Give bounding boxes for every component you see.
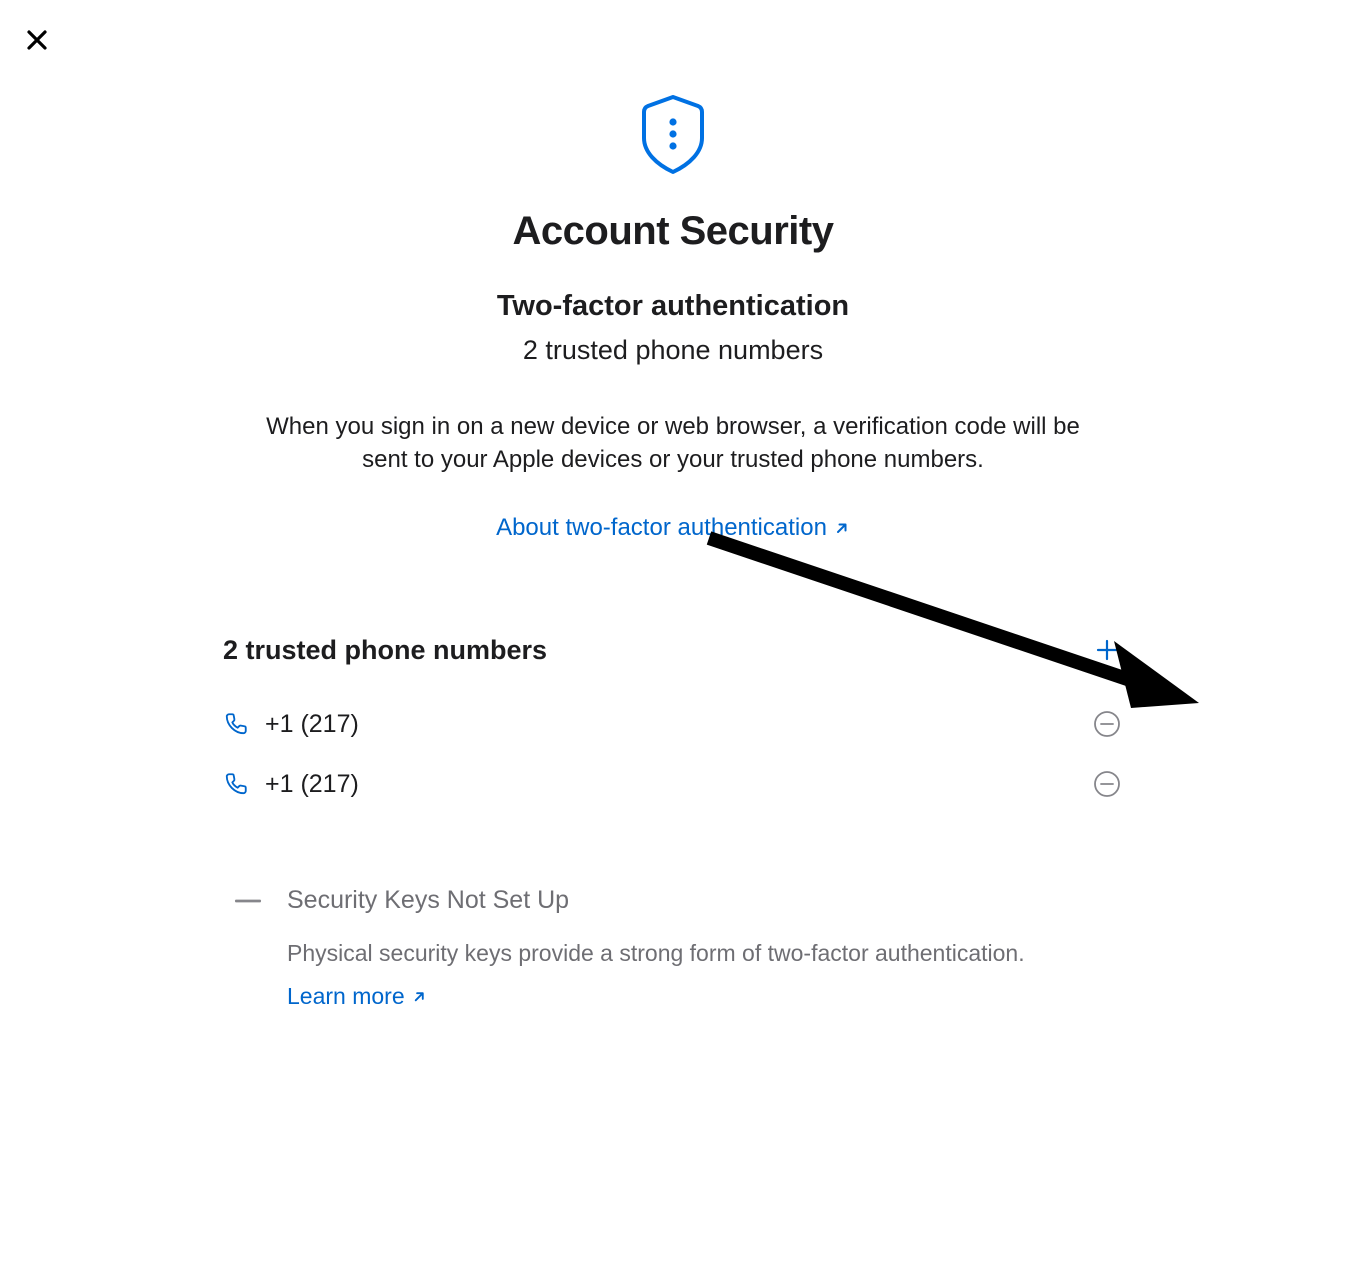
trusted-phones-title: 2 trusted phone numbers bbox=[223, 635, 547, 666]
security-key-icon bbox=[233, 896, 263, 906]
minus-circle-icon bbox=[1093, 710, 1121, 738]
trusted-count-text: 2 trusted phone numbers bbox=[223, 335, 1123, 366]
phone-icon bbox=[223, 711, 253, 737]
phone-row: +1 (217) bbox=[223, 754, 1123, 814]
trusted-phones-header: 2 trusted phone numbers bbox=[223, 634, 1123, 666]
close-button[interactable] bbox=[24, 28, 50, 54]
remove-phone-button[interactable] bbox=[1091, 768, 1123, 800]
phone-icon bbox=[223, 771, 253, 797]
minus-circle-icon bbox=[1093, 770, 1121, 798]
plus-icon bbox=[1095, 638, 1119, 662]
modal-header: Account Security Two-factor authenticati… bbox=[223, 94, 1123, 542]
modal-title: Account Security bbox=[223, 209, 1123, 254]
close-icon bbox=[25, 28, 49, 52]
phone-number-text: +1 (217) bbox=[265, 770, 1091, 799]
remove-phone-button[interactable] bbox=[1091, 708, 1123, 740]
phone-row: +1 (217) bbox=[223, 694, 1123, 754]
add-phone-button[interactable] bbox=[1091, 634, 1123, 666]
shield-icon bbox=[640, 94, 706, 181]
phone-number-text: +1 (217) bbox=[265, 710, 1091, 739]
trusted-phones-section: 2 trusted phone numbers +1 (217) bbox=[223, 634, 1123, 814]
security-keys-body: Physical security keys provide a strong … bbox=[233, 937, 1123, 1010]
external-link-icon bbox=[833, 520, 850, 537]
external-link-icon bbox=[411, 989, 427, 1005]
security-keys-title: Security Keys Not Set Up bbox=[287, 886, 569, 915]
learn-more-link[interactable]: Learn more bbox=[287, 983, 427, 1010]
security-keys-section: Security Keys Not Set Up Physical securi… bbox=[223, 886, 1123, 1010]
modal-subtitle: Two-factor authentication bbox=[223, 290, 1123, 323]
modal-description: When you sign in on a new device or web … bbox=[258, 410, 1088, 476]
account-security-modal: Account Security Two-factor authenticati… bbox=[223, 0, 1123, 1010]
security-keys-description: Physical security keys provide a strong … bbox=[287, 937, 1123, 969]
security-keys-header: Security Keys Not Set Up bbox=[233, 886, 1123, 915]
learn-more-text: Learn more bbox=[287, 983, 405, 1010]
about-2fa-link[interactable]: About two-factor authentication bbox=[496, 514, 850, 542]
about-2fa-link-text: About two-factor authentication bbox=[496, 514, 827, 542]
